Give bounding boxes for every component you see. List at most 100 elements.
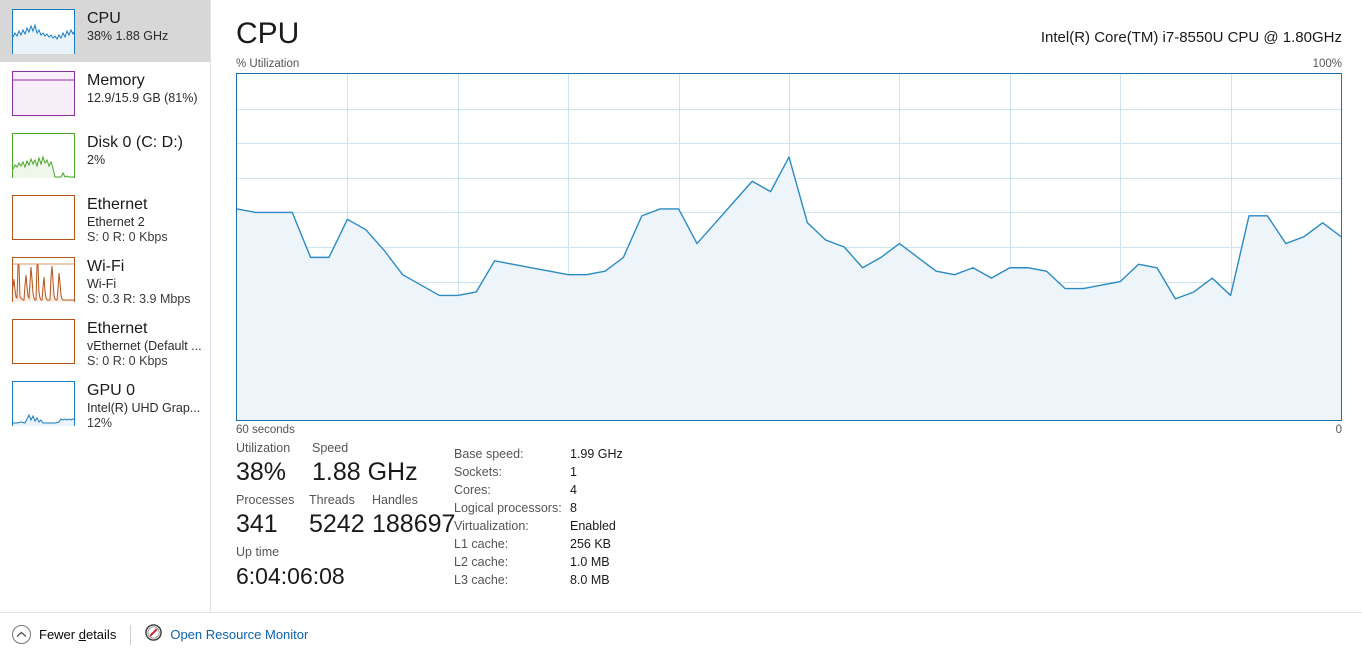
spec-key: Logical processors:	[454, 501, 562, 515]
sidebar-item-disk0-text: Disk 0 (C: D:) 2%	[87, 133, 183, 168]
sidebar-item-gpu0[interactable]: GPU 0 Intel(R) UHD Grap... 12%	[0, 372, 210, 434]
spec-row: L3 cache: 8.0 MB	[454, 571, 874, 589]
sidebar-item-vethernet[interactable]: Ethernet vEthernet (Default ... S: 0 R: …	[0, 310, 210, 372]
spec-row: L1 cache: 256 KB	[454, 535, 874, 553]
stat-value: 1.88 GHz	[312, 458, 418, 486]
sidebar-item-sub2: S: 0.3 R: 3.9 Mbps	[87, 292, 191, 306]
spec-row: Logical processors: 8	[454, 499, 874, 517]
spec-key: L2 cache:	[454, 555, 509, 569]
stat-handles: Handles 188697	[372, 492, 455, 539]
spec-value: 256 KB	[570, 537, 612, 551]
sidebar-item-gpu0-text: GPU 0 Intel(R) UHD Grap... 12%	[87, 381, 200, 431]
sidebar-item-memory-text: Memory 12.9/15.9 GB (81%)	[87, 71, 197, 106]
fewer-details-label: Fewer details	[39, 627, 117, 642]
spec-key: Base speed:	[454, 447, 524, 461]
y-axis-max-label: 100%	[1312, 58, 1342, 70]
page-title: CPU	[236, 17, 300, 50]
spec-value: 8	[570, 501, 577, 515]
stat-value: 6:04:06:08	[236, 563, 345, 589]
sidebar-item-sub: 12.9/15.9 GB (81%)	[87, 91, 198, 105]
cpu-detail-panel: CPU Intel(R) Core(TM) i7-8550U CPU @ 1.8…	[212, 0, 1362, 612]
ethernet-graph-icon	[12, 319, 75, 364]
stat-label: Processes	[236, 493, 295, 507]
open-resource-monitor-label: Open Resource Monitor	[170, 627, 309, 642]
sidebar-item-sub2: S: 0 R: 0 Kbps	[87, 230, 168, 244]
sidebar-item-cpu-text: CPU 38% 1.88 GHz	[87, 9, 168, 44]
stat-threads: Threads 5242	[309, 492, 365, 539]
sidebar-item-sub2: 12%	[87, 416, 113, 430]
sidebar-item-memory[interactable]: Memory 12.9/15.9 GB (81%)	[0, 62, 210, 124]
spec-value: 1	[570, 465, 577, 479]
window-footer: Fewer details Open Resource Monitor	[0, 612, 1362, 656]
sidebar-item-sub: Ethernet 2	[87, 215, 145, 229]
gpu-graph-icon	[12, 381, 75, 426]
sidebar-item-disk0[interactable]: Disk 0 (C: D:) 2%	[0, 124, 210, 186]
sidebar-item-wifi-text: Wi-Fi Wi-Fi S: 0.3 R: 3.9 Mbps	[87, 257, 191, 307]
spec-value: 8.0 MB	[570, 573, 610, 587]
sidebar-item-sub: 2%	[87, 153, 106, 167]
spec-value: Enabled	[570, 519, 616, 533]
sidebar-item-sub: vEthernet (Default ...	[87, 339, 202, 353]
stat-label: Speed	[312, 441, 349, 455]
spec-row: Virtualization: Enabled	[454, 517, 874, 535]
cpu-chart-svg	[237, 74, 1341, 420]
sidebar-item-label: Disk 0 (C: D:)	[87, 134, 183, 151]
chart-area-fill	[237, 157, 1341, 420]
wifi-graph-icon	[12, 257, 75, 302]
sidebar-item-ethernet-2[interactable]: Ethernet Ethernet 2 S: 0 R: 0 Kbps	[0, 186, 210, 248]
cpu-model-name: Intel(R) Core(TM) i7-8550U CPU @ 1.80GHz	[1040, 29, 1342, 46]
open-resource-monitor-link[interactable]: Open Resource Monitor	[145, 623, 309, 646]
sidebar-item-label: GPU 0	[87, 382, 136, 399]
stat-label: Handles	[372, 493, 418, 507]
stat-label: Utilization	[236, 441, 291, 455]
y-axis-min-label: 0	[1335, 424, 1342, 436]
sidebar-item-label: CPU	[87, 10, 121, 27]
resource-monitor-icon	[145, 623, 163, 646]
x-axis-label: 60 seconds	[236, 424, 295, 436]
sidebar-item-sub2: S: 0 R: 0 Kbps	[87, 354, 168, 368]
stat-processes: Processes 341	[236, 492, 294, 539]
spec-key: Virtualization:	[454, 519, 529, 533]
stat-label: Threads	[309, 493, 355, 507]
resource-sidebar[interactable]: CPU 38% 1.88 GHz Memory 12.9/15.9 GB (81…	[0, 0, 211, 612]
memory-graph-icon	[12, 71, 75, 116]
spec-key: L1 cache:	[454, 537, 509, 551]
cpu-utilization-graph[interactable]	[236, 73, 1342, 421]
sidebar-item-vethernet-text: Ethernet vEthernet (Default ... S: 0 R: …	[87, 319, 202, 369]
cpu-graph-icon	[12, 9, 75, 54]
spec-row: Cores: 4	[454, 481, 874, 499]
y-axis-label: % Utilization	[236, 58, 300, 70]
spec-key: L3 cache:	[454, 573, 509, 587]
spec-value: 1.0 MB	[570, 555, 610, 569]
sidebar-item-sub: Intel(R) UHD Grap...	[87, 401, 201, 415]
sidebar-item-label: Memory	[87, 72, 145, 89]
sidebar-item-sub: 38% 1.88 GHz	[87, 29, 169, 43]
spec-row: L2 cache: 1.0 MB	[454, 553, 874, 571]
stat-label: Up time	[236, 545, 280, 559]
spec-value: 4	[570, 483, 577, 497]
spec-key: Cores:	[454, 483, 491, 497]
spec-row: Sockets: 1	[454, 463, 874, 481]
spec-key: Sockets:	[454, 465, 502, 479]
stat-uptime: Up time 6:04:06:08	[236, 544, 345, 591]
sidebar-item-label: Ethernet	[87, 320, 148, 337]
sidebar-item-wifi[interactable]: Wi-Fi Wi-Fi S: 0.3 R: 3.9 Mbps	[0, 248, 210, 310]
stat-value: 5242	[309, 510, 365, 538]
spec-row: Base speed: 1.99 GHz	[454, 445, 874, 463]
chevron-up-icon	[12, 625, 31, 644]
sidebar-item-label: Wi-Fi	[87, 258, 125, 275]
stat-value: 341	[236, 510, 278, 538]
sidebar-item-sub: Wi-Fi	[87, 277, 117, 291]
stat-value: 188697	[372, 510, 456, 538]
stat-value: 38%	[236, 458, 287, 486]
task-manager-window: CPU 38% 1.88 GHz Memory 12.9/15.9 GB (81…	[0, 0, 1362, 656]
sidebar-item-cpu[interactable]: CPU 38% 1.88 GHz	[0, 0, 210, 62]
ethernet-graph-icon	[12, 195, 75, 240]
cpu-spec-list: Base speed: 1.99 GHz Sockets: 1 Cores: 4…	[454, 445, 874, 589]
panel-header: CPU Intel(R) Core(TM) i7-8550U CPU @ 1.8…	[236, 16, 1342, 60]
cpu-stats: Utilization 38% Speed 1.88 GHz Processes…	[236, 440, 1336, 605]
footer-divider	[130, 624, 132, 645]
fewer-details-button[interactable]: Fewer details	[12, 625, 116, 644]
disk-graph-icon	[12, 133, 75, 178]
stat-speed: Speed 1.88 GHz	[312, 440, 418, 487]
